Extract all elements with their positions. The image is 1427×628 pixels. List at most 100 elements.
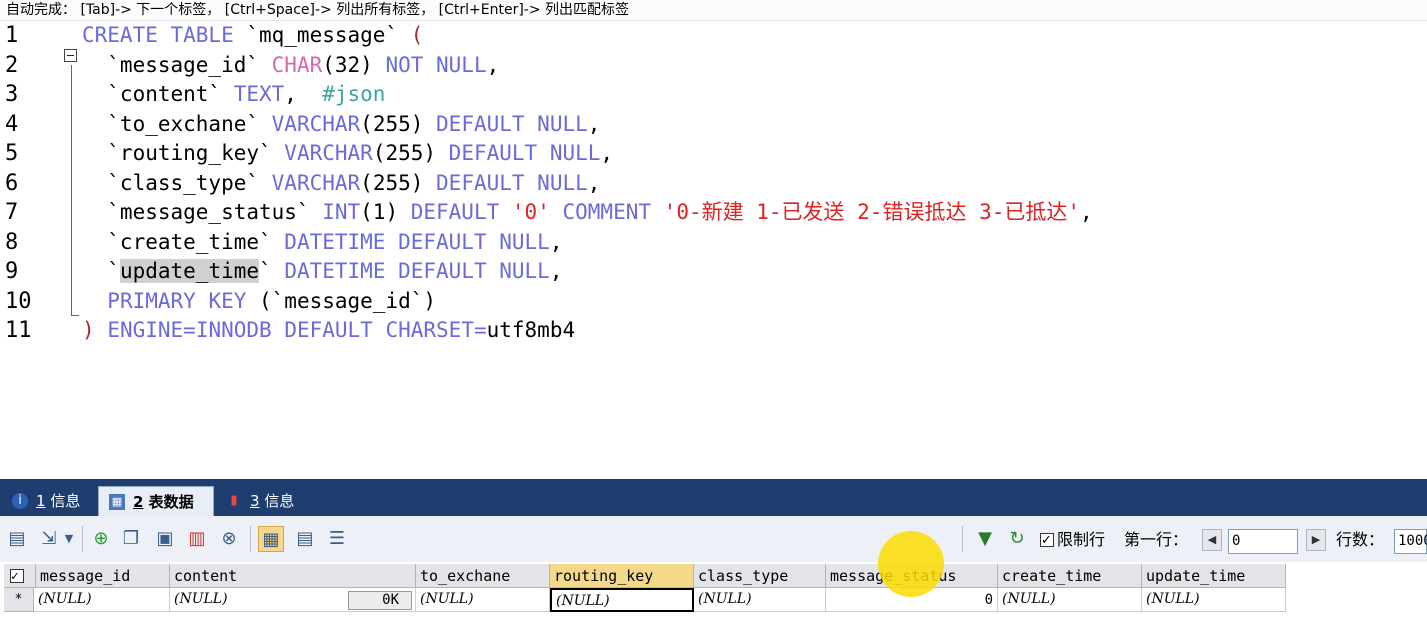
line-number: 11 (5, 318, 32, 343)
column-name: `class_type` (82, 170, 272, 195)
refresh-icon[interactable]: ↻ (1004, 526, 1030, 552)
text-view-icon[interactable]: ☰ (324, 526, 350, 552)
filter-icon[interactable]: ▼ (972, 526, 998, 552)
line-number: 6 (5, 170, 19, 196)
limit-rows-checkbox[interactable] (1040, 529, 1054, 553)
form-view-icon[interactable]: ▤ (292, 526, 318, 552)
cell-update-time[interactable]: (NULL) (1142, 588, 1286, 612)
column-header-message-id[interactable]: message_id (36, 564, 170, 588)
code-line-1: 1 CREATE TABLE `mq_message` ( (0, 21, 1427, 51)
first-row-label: 第一行： (1124, 530, 1189, 549)
cancel-changes-icon[interactable]: ⊗ (216, 526, 242, 552)
line-number: 8 (5, 229, 19, 255)
cell-create-time[interactable]: (NULL) (998, 588, 1142, 612)
rows-count-input[interactable]: 1000 (1394, 529, 1427, 554)
sql-keyword: ENGINE=INNODB DEFAULT CHARSET= (107, 318, 487, 342)
tab-info-1[interactable]: i1 信息 (2, 486, 94, 516)
paren: ) (82, 318, 95, 342)
limit-rows-label: 限制行 (1057, 530, 1106, 549)
tab-label: 表数据 (143, 493, 194, 511)
cell-to-exchane[interactable]: (NULL) (416, 588, 550, 612)
code-line-6: 6 `class_type` VARCHAR(255) DEFAULT NULL… (0, 169, 1427, 199)
type-args: (255) (360, 111, 437, 136)
sql-keyword: DEFAULT (410, 200, 500, 224)
add-row-icon[interactable]: ⊕ (88, 526, 114, 552)
column-header-content[interactable]: content (170, 564, 416, 588)
delete-icon[interactable]: ▥ (184, 526, 210, 552)
table-icon: ▦ (109, 494, 125, 510)
select-all-checkbox[interactable] (10, 565, 24, 587)
column-header-update-time[interactable]: update_time (1142, 564, 1286, 588)
select-all-header[interactable] (4, 564, 36, 588)
paren: ( (410, 23, 424, 47)
mouse-cursor-highlight (878, 531, 944, 597)
sql-keyword: DEFAULT NULL (448, 141, 601, 165)
new-row-marker: * (4, 588, 34, 612)
column-header-create-time[interactable]: create_time (998, 564, 1142, 588)
sql-type: TEXT (233, 82, 285, 106)
type-args: (255) (372, 141, 449, 165)
tab-table-data[interactable]: ▦ 2 表数据 (98, 486, 214, 516)
backtick: ` (82, 259, 120, 283)
toolbar-separator (962, 526, 963, 552)
tab-label: 信息 (259, 492, 295, 510)
comma: , (587, 170, 601, 195)
sql-keyword: DEFAULT NULL (436, 111, 588, 136)
table-name: `mq_message` (233, 23, 411, 47)
sql-keyword: DATETIME DEFAULT NULL (284, 229, 550, 254)
prev-page-icon[interactable]: ◀ (1202, 529, 1222, 551)
sql-type: VARCHAR (271, 170, 361, 195)
sql-editor[interactable]: 1 CREATE TABLE `mq_message` ( 2 `message… (0, 21, 1427, 479)
cell-message-id[interactable]: (NULL) (34, 588, 170, 612)
code-line-10: 10 PRIMARY KEY (`message_id`) (0, 287, 1427, 317)
cell-routing-key[interactable]: (NULL) (550, 588, 694, 612)
default-value: '0' (511, 200, 550, 224)
ok-button[interactable]: 0K (348, 591, 412, 610)
tab-number: 3 (250, 492, 260, 510)
next-page-icon[interactable]: ▶ (1306, 529, 1326, 551)
type-args: (32) (322, 52, 386, 77)
save-icon[interactable]: ▣ (152, 526, 178, 552)
column-header-routing-key[interactable]: routing_key (550, 564, 694, 588)
export-grid-icon[interactable]: ▤ (4, 526, 30, 552)
tab-info-3[interactable]: ▮ 3 信息 (216, 486, 308, 516)
duplicate-row-icon[interactable]: ❐ (118, 526, 144, 552)
chevron-down-icon[interactable]: ▼ (62, 526, 76, 552)
comma: , (486, 52, 500, 77)
column-name: `routing_key` (82, 141, 285, 165)
import-icon[interactable]: ⇲ (36, 526, 62, 552)
column-header-to-exchane[interactable]: to_exchane (416, 564, 550, 588)
code-line-3: 3 `content` TEXT, #json (0, 80, 1427, 110)
cell-class-type[interactable]: (NULL) (694, 588, 826, 612)
limit-rows-toggle[interactable]: 限制行 (1040, 528, 1106, 553)
comma: , (549, 259, 563, 283)
line-number: 1 (5, 23, 19, 48)
sql-type: VARCHAR (284, 141, 373, 165)
grid-view-icon[interactable]: ▦ (258, 526, 284, 552)
autocomplete-hint-bar: 自动完成： [Tab]-> 下一个标签， [Ctrl+Space]-> 列出所有… (0, 0, 1427, 21)
sql-comment: #json (322, 82, 386, 106)
sql-keyword: CREATE TABLE (82, 23, 234, 47)
first-row-input[interactable]: 0 (1228, 529, 1298, 554)
comma: , (600, 141, 614, 165)
rows-label: 行数： (1336, 530, 1385, 549)
comment-string: '0-新建 1-已发送 2-错误抵达 3-已抵达' (663, 200, 1081, 224)
code-line-7: 7 `message_status` INT(1) DEFAULT '0' CO… (0, 198, 1427, 228)
comma: , (284, 82, 323, 106)
primary-key-column: (`message_id`) (246, 288, 437, 313)
comma: , (549, 229, 563, 254)
line-number: 4 (5, 111, 19, 137)
type-args: (255) (360, 170, 437, 195)
sql-type: INT (322, 200, 361, 224)
charset-value: utf8mb4 (486, 318, 576, 342)
column-name: `message_status` (82, 200, 323, 224)
sql-type: CHAR (271, 52, 323, 77)
grid-toolbar: ▤ ⇲ ▼ ⊕ ❐ ▣ ▥ ⊗ ▦ ▤ ☰ ▼ ↻ 限制行 第一行： ◀ 0 ▶… (0, 516, 1427, 563)
comma: , (587, 111, 601, 136)
column-header-class-type[interactable]: class_type (694, 564, 826, 588)
info-icon: i (12, 493, 28, 509)
